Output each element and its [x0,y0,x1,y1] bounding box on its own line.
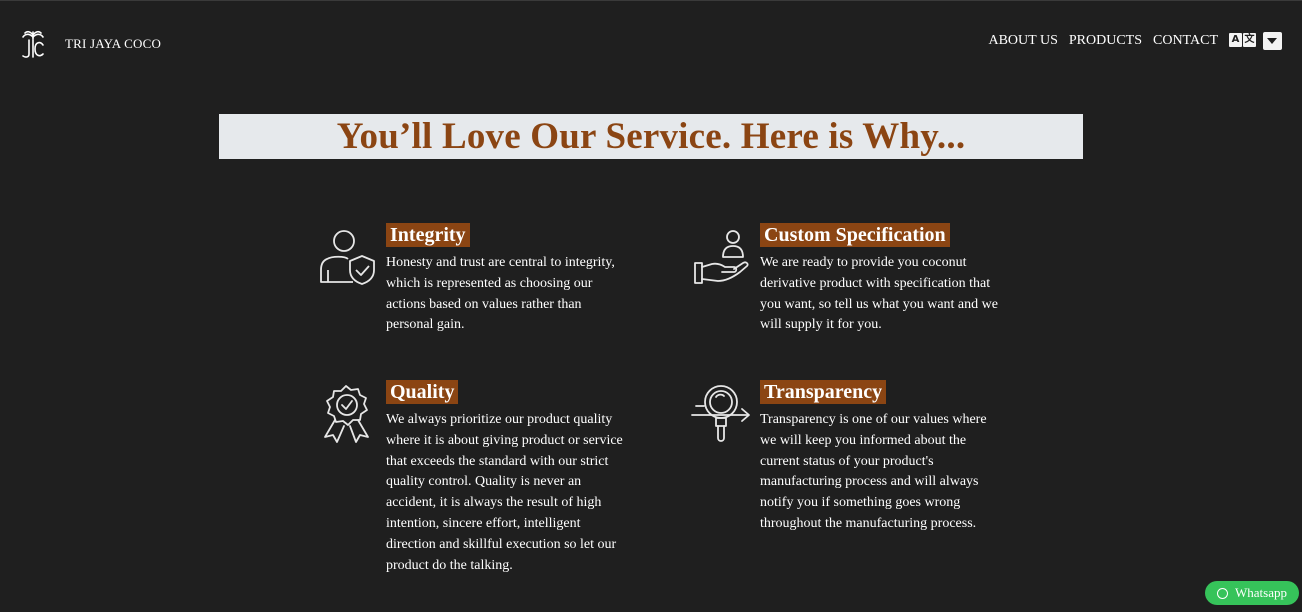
feature-title-integrity: Integrity [386,223,470,247]
feature-title-quality: Quality [386,380,459,404]
feature-custom-specification: Custom Specification We are ready to pro… [692,223,1002,343]
whatsapp-label: Whatsapp [1235,585,1287,600]
feature-desc-quality: We always prioritize our product quality… [386,412,623,573]
feature-transparency: Transparency Transparency is one of our … [690,380,1000,580]
feature-desc-integrity: Honesty and trust are central to integri… [386,255,615,333]
nav-products[interactable]: PRODUCTS [1069,33,1142,49]
person-shield-icon [320,230,375,285]
nav-contact[interactable]: CONTACT [1153,33,1218,49]
language-selector[interactable]: A文 [1229,32,1282,50]
nav-about-us[interactable]: ABOUT US [988,33,1057,49]
feature-title-custom-specification: Custom Specification [760,223,950,247]
brand-name: TRI JAYA COCO [65,36,162,51]
feature-integrity: Integrity Honesty and trust are central … [318,223,628,343]
top-border [0,0,1302,1]
feature-quality: Quality We always prioritize our product… [318,380,628,580]
translate-icon: A文 [1229,33,1257,49]
whatsapp-icon [1217,587,1229,599]
hand-person-icon [694,230,749,284]
feature-desc-custom-specification: We are ready to provide you coconut deri… [760,255,998,333]
hero-title-bar: You’ll Love Our Service. Here is Why... [219,114,1083,159]
chevron-down-icon[interactable] [1263,32,1282,50]
whatsapp-button[interactable]: Whatsapp [1205,581,1299,605]
magnifier-arrow-icon [691,385,750,442]
feature-desc-transparency: Transparency is one of our values where … [760,412,987,531]
award-ribbon-icon [324,385,369,443]
main-nav: ABOUT US PRODUCTS CONTACT A文 [977,32,1282,50]
brand[interactable]: TRI JAYA COCO [19,29,161,59]
page-title: You’ll Love Our Service. Here is Why... [336,116,966,157]
palm-logo-icon [22,30,44,58]
feature-title-transparency: Transparency [760,380,887,404]
